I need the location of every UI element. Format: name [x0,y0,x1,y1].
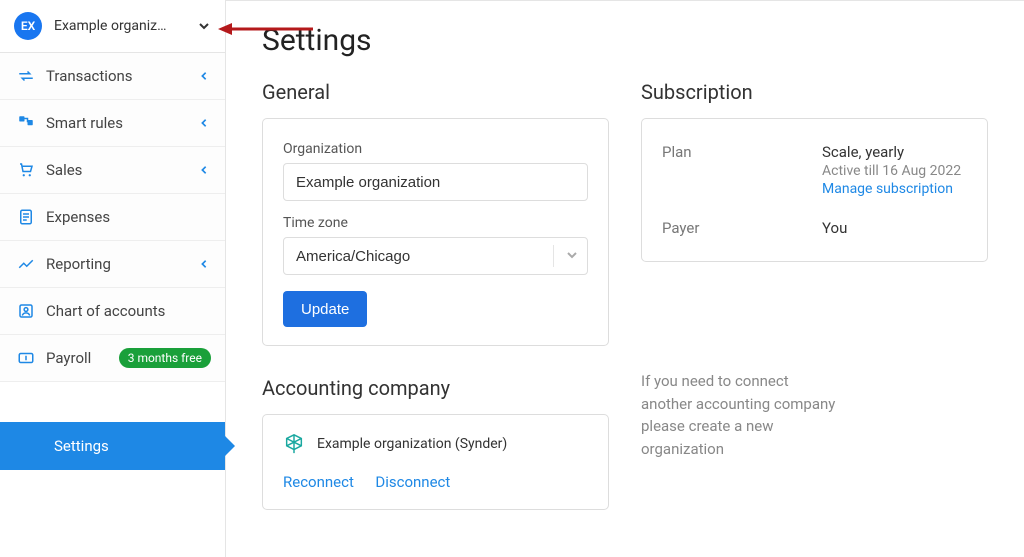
cart-icon [14,161,38,179]
sidebar-item-label: Smart rules [46,114,197,132]
accounting-company-name: Example organization (Synder) [317,436,507,452]
org-switcher[interactable]: EX Example organiz… [0,0,225,52]
sidebar-nav: Transactions Smart rules Sales Expenses … [0,52,225,382]
plan-value: Scale, yearly [822,143,961,161]
sidebar-item-label: Settings [54,437,109,455]
sidebar-item-label: Sales [46,161,197,179]
subscription-card: Plan Scale, yearly Active till 16 Aug 20… [641,118,988,262]
chevron-down-icon [197,19,211,33]
chart-icon [14,255,38,273]
chevron-down-icon [566,249,578,265]
disconnect-link[interactable]: Disconnect [375,473,450,491]
timezone-select[interactable] [283,237,588,275]
chevron-left-icon [197,257,211,271]
org-name: Example organiz… [54,18,197,34]
accounting-card: Example organization (Synder) Reconnect … [262,414,609,510]
sidebar-item-label: Reporting [46,255,197,273]
transfer-icon [14,67,38,85]
sidebar-item-label: Expenses [46,208,211,226]
plan-label: Plan [662,143,822,197]
sidebar-item-reporting[interactable]: Reporting [0,241,225,288]
update-button[interactable]: Update [283,291,367,327]
payer-value: You [822,219,847,237]
sidebar-item-transactions[interactable]: Transactions [0,53,225,100]
company-cube-icon [283,433,305,455]
select-divider [553,245,554,267]
organization-input[interactable] [283,163,588,201]
chevron-left-icon [197,163,211,177]
payer-label: Payer [662,219,822,237]
section-accounting-heading: Accounting company [262,376,609,400]
sidebar-item-label: Chart of accounts [46,302,211,320]
sidebar-item-label: Transactions [46,67,197,85]
sidebar-item-chart-of-accounts[interactable]: Chart of accounts [0,288,225,335]
sidebar-item-payroll[interactable]: Payroll 3 months free [0,335,225,382]
chevron-left-icon [197,116,211,130]
section-subscription-heading: Subscription [641,80,988,104]
plan-expiry: Active till 16 Aug 2022 [822,163,961,179]
section-general-heading: General [262,80,609,104]
sidebar-item-smart-rules[interactable]: Smart rules [0,100,225,147]
chevron-left-icon [197,69,211,83]
sidebar-item-expenses[interactable]: Expenses [0,194,225,241]
page-title: Settings [262,23,988,58]
document-icon [14,208,38,226]
manage-subscription-link[interactable]: Manage subscription [822,181,953,197]
sidebar-item-sales[interactable]: Sales [0,147,225,194]
tz-field-label: Time zone [283,215,588,231]
payroll-icon [14,349,38,367]
sidebar-item-label: Payroll [46,349,119,367]
org-avatar: EX [14,12,42,40]
rules-icon [14,114,38,132]
accounts-icon [14,302,38,320]
org-field-label: Organization [283,141,588,157]
reconnect-link[interactable]: Reconnect [283,473,354,491]
promo-badge: 3 months free [119,348,211,368]
general-card: Organization Time zone Update [262,118,609,346]
sidebar-item-settings[interactable]: Settings [0,422,225,470]
accounting-help-text: If you need to connect another accountin… [641,370,841,460]
